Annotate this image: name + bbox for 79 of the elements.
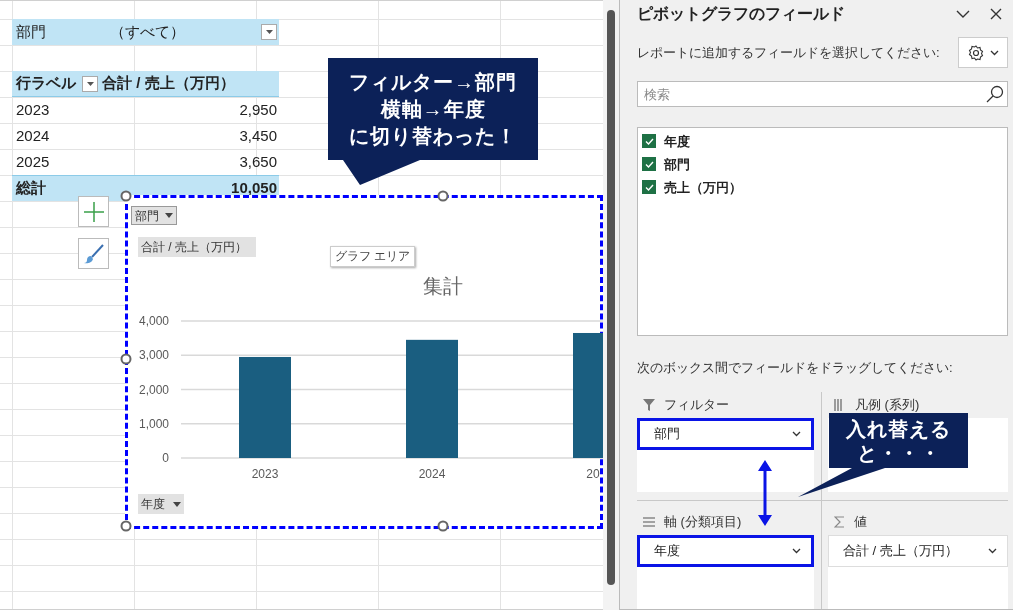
dropdown-button[interactable] <box>261 24 277 40</box>
checkbox[interactable] <box>642 180 656 195</box>
filter-icon <box>643 399 655 411</box>
y-axis-label: 3,000 <box>138 348 169 363</box>
chevron-down-icon <box>988 548 997 554</box>
dropdown-button[interactable] <box>82 75 98 92</box>
table-cell-text: 2025 <box>15 151 51 172</box>
x-axis-label: 2024 <box>418 467 446 481</box>
sigma-icon <box>834 516 845 528</box>
checkbox[interactable] <box>642 157 656 172</box>
double-arrow <box>758 460 772 526</box>
row-label-header: 行ラベル <box>15 73 77 94</box>
x-axis-label: 20 <box>586 467 600 481</box>
chevron-down-icon[interactable] <box>956 9 970 18</box>
table-cell-text: 2024 <box>15 125 51 146</box>
check-icon <box>644 160 654 168</box>
settings-button[interactable] <box>958 37 1008 68</box>
y-axis-label: 0 <box>162 451 169 465</box>
resize-handle[interactable] <box>120 353 132 365</box>
scrollbar[interactable] <box>607 10 615 585</box>
table-cell-text: 2,950 <box>238 99 278 120</box>
resize-handle[interactable] <box>437 190 449 202</box>
resize-handle[interactable] <box>120 190 132 202</box>
value-field-button[interactable]: 合計 / 売上（万円） <box>138 237 256 257</box>
caret-icon <box>265 30 273 34</box>
field-chip[interactable]: 合計 / 売上（万円） <box>828 535 1008 567</box>
check-icon <box>644 183 654 191</box>
caret-icon <box>173 501 181 507</box>
chevron-down-icon <box>792 431 801 437</box>
instruction-text: レポートに追加するフィールドを選択してください: <box>637 43 940 62</box>
field-label: 部門 <box>664 155 690 174</box>
chevron-down-icon <box>792 548 801 554</box>
axis-field-button[interactable]: 年度 <box>138 494 184 514</box>
drop-area[interactable]: 部門 <box>637 418 814 492</box>
chart-title: 集計 <box>423 274 463 299</box>
resize-handle[interactable] <box>120 520 132 532</box>
pane-title: ピボットグラフのフィールド <box>637 3 845 24</box>
caret-icon <box>165 213 173 218</box>
caret-icon <box>86 81 94 86</box>
y-axis-label: 1,000 <box>138 416 169 431</box>
check-icon <box>644 137 654 145</box>
y-axis-label: 4,000 <box>138 314 169 328</box>
callout-text: フィルター→部門 <box>349 69 517 95</box>
search-icon <box>986 85 1004 104</box>
resize-handle[interactable] <box>437 520 449 532</box>
plus-icon <box>83 201 104 222</box>
area-label: フィルター <box>664 396 729 415</box>
drop-area[interactable]: 年度 <box>637 535 814 609</box>
y-axis-label: 2,000 <box>138 382 169 397</box>
drag-instruction-text: 次のボックス間でフィールドをドラッグしてください: <box>637 359 954 378</box>
filter-field-button[interactable]: 部門 <box>131 206 177 225</box>
search-field[interactable]: 検索 <box>637 81 1008 108</box>
table-cell-text: 2023 <box>15 99 51 120</box>
field-label: 売上（万円） <box>664 178 742 197</box>
area-label: 値 <box>854 513 867 532</box>
area-label: 凡例 (系列) <box>855 396 920 415</box>
settings-icon <box>967 44 984 61</box>
field-label: 年度 <box>664 132 690 151</box>
area-label: 軸 (分類項目) <box>664 513 742 532</box>
x-axis-label: 2023 <box>251 467 279 481</box>
callout-text: と・・・ <box>856 440 941 465</box>
table-cell-text: 3,450 <box>238 125 278 146</box>
chevron-down-icon <box>989 49 999 56</box>
rows-icon <box>643 517 655 527</box>
field-chip[interactable]: 部門 <box>637 418 814 450</box>
value-header: 合計 / 売上（万円） <box>101 73 235 94</box>
callout-text: に切り替わった！ <box>349 123 517 149</box>
table-cell-text: 3,650 <box>238 151 278 172</box>
checkbox[interactable] <box>642 134 656 149</box>
filter-value: （すべて） <box>110 21 186 42</box>
field-chip[interactable]: 年度 <box>637 535 814 567</box>
callout-text: 入れ替える <box>846 416 951 441</box>
drop-area[interactable]: 合計 / 売上（万円） <box>828 535 1008 609</box>
callout-text: 横軸→年度 <box>380 96 486 122</box>
filter-field-label: 部門 <box>15 21 47 42</box>
close-icon[interactable] <box>990 7 1002 20</box>
total-label: 総計 <box>14 178 47 199</box>
tooltip: グラフ エリア <box>330 246 416 267</box>
chart-style-button[interactable] <box>78 238 109 269</box>
